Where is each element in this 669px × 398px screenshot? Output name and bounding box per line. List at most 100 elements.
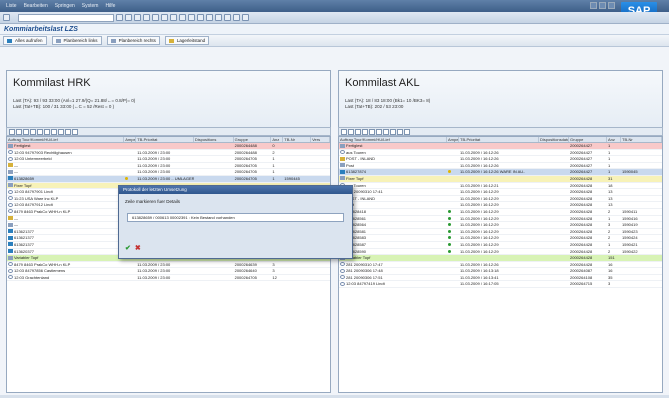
menu-item[interactable]: Hilfe <box>105 3 115 9</box>
help-icon[interactable] <box>233 14 240 21</box>
table-row[interactable]: 613828418 11.03.2009 / 16:12:29 2000264428… <box>339 209 662 216</box>
table-row[interactable]: aus Touren 11.03.2009 / 16:12:26 200026442… <box>339 150 662 157</box>
column-header[interactable]: Anz <box>607 137 621 142</box>
sum-icon[interactable] <box>369 128 375 135</box>
column-header[interactable]: Ampel <box>447 137 459 142</box>
new-session-icon[interactable] <box>215 14 222 21</box>
info-icon[interactable] <box>72 128 78 135</box>
table-cell: 11.03.2009 / 23:00 .. UMLAGERU <box>137 175 194 181</box>
column-header[interactable]: Auftrag Tour/Kommi/HU/Lief <box>339 137 447 142</box>
table-row[interactable]: 12:03 Untermeerbeld 11.03.2009 / 23:00 200… <box>7 156 330 163</box>
cancel-icon[interactable] <box>143 14 150 21</box>
column-header[interactable]: Gruppe <box>234 137 272 142</box>
table-row[interactable]: 613828561 11.03.2009 / 16:12:29 2000264428… <box>339 216 662 223</box>
print-icon[interactable] <box>152 14 159 21</box>
table-row[interactable]: — 11.03.2009 / 23:00 2000264705 1 <box>7 163 330 170</box>
table-row[interactable]: 613827874 11.03.2009 / 16:12:26 WARE IN A… <box>339 169 662 176</box>
table-row[interactable]: 12:03 94797903 Rechtlighausen 11.03.2009 … <box>7 150 330 157</box>
menu-item[interactable]: Springen <box>55 3 75 9</box>
print-icon[interactable] <box>376 128 382 135</box>
confirm-button[interactable]: ✔ <box>125 244 131 252</box>
prev-page-icon[interactable] <box>188 14 195 21</box>
info-icon[interactable] <box>404 128 410 135</box>
table-row[interactable]: Post 11.03.2009 / 16:12:29 2000264428 13 <box>339 202 662 209</box>
table-row[interactable]: 613828587 11.03.2009 / 16:12:29 2000264428… <box>339 242 662 249</box>
menu-item[interactable]: System <box>82 3 99 9</box>
column-header[interactable]: TB-Prioritat <box>459 137 539 142</box>
layout-icon[interactable] <box>242 14 249 21</box>
table-row[interactable]: aus Touren 11.03.2009 / 16:12:21 200026442… <box>339 183 662 190</box>
details-icon[interactable] <box>9 128 15 135</box>
column-header[interactable]: Ampel <box>124 137 137 142</box>
filter-icon[interactable] <box>30 128 36 135</box>
table-row[interactable]: 12:03 Grachtenland 11.03.2009 / 23:00 2000… <box>7 275 330 282</box>
menu-item[interactable]: Liste <box>6 3 17 9</box>
plan-left-button[interactable]: Planbereich links <box>51 36 102 45</box>
table-row[interactable]: 12:03 84797419 Lindt 11.03.2009 / 16:17:0… <box>339 281 662 289</box>
export-icon[interactable] <box>383 128 389 135</box>
table-row[interactable]: 613828583 11.03.2009 / 16:12:29 2000264428… <box>339 235 662 242</box>
table-row[interactable]: Fixer Topf 2000264428 31 <box>339 175 662 183</box>
details-icon[interactable] <box>341 128 347 135</box>
sort-desc-icon[interactable] <box>23 128 29 135</box>
table-row[interactable]: Variabler Topf 2000264428 151 <box>339 255 662 262</box>
sort-asc-icon[interactable] <box>16 128 22 135</box>
first-page-icon[interactable] <box>179 14 186 21</box>
plan-right-button[interactable]: Planbereich rechts <box>106 36 160 45</box>
column-header[interactable]: Dispositions <box>194 137 234 142</box>
layout-icon[interactable] <box>58 128 64 135</box>
table-row[interactable]: 281 20090310 17:41 11.03.2009 / 16:12:29 2… <box>339 189 662 196</box>
exit-icon[interactable] <box>134 14 141 21</box>
sort-asc-icon[interactable] <box>348 128 354 135</box>
minimize-icon[interactable] <box>590 2 597 9</box>
refresh-icon[interactable] <box>65 128 71 135</box>
table-row[interactable]: 8479 8463 PrakCo WHH-n KLP 11.03.2009 / 2… <box>7 262 330 269</box>
sort-desc-icon[interactable] <box>355 128 361 135</box>
maximize-icon[interactable] <box>599 2 606 9</box>
column-header[interactable]: Auftrag Tour/Kommi/HU/Lief <box>7 137 125 142</box>
table-row[interactable]: 281 20090306 17:51 11.03.2009 / 16:13:41 2… <box>339 275 662 282</box>
back-icon[interactable] <box>125 14 132 21</box>
table-row[interactable]: 613828659 11.03.2009 / 23:00 .. UMLAGERU 2… <box>7 175 330 183</box>
menu-item[interactable]: Bearbeiten <box>24 3 48 9</box>
close-icon[interactable] <box>608 2 615 9</box>
save-icon[interactable] <box>116 14 123 21</box>
column-header[interactable]: Vers <box>311 137 330 142</box>
dialog-entry[interactable]: 613828659 / 000613 00002391 : Kein Besta… <box>127 213 344 222</box>
table-row[interactable]: 613828590 11.03.2009 / 16:12:29 2000264428… <box>339 249 662 256</box>
table-row[interactable]: 12:03 84797856 Castlemens 11.03.2009 / 23… <box>7 268 330 275</box>
filter-icon[interactable] <box>362 128 368 135</box>
table-row[interactable]: 281 20090306 17:48 11.03.2009 / 16:13:18 2… <box>339 268 662 275</box>
find-icon[interactable] <box>161 14 168 21</box>
table-row[interactable]: 613828581 11.03.2009 / 16:12:29 2000264428… <box>339 229 662 236</box>
table-row[interactable]: Post 11.03.2009 / 16:12:26 2000264427 1 <box>339 163 662 170</box>
column-header[interactable]: TB-Nr <box>283 137 312 142</box>
table-row[interactable]: Fertiglest 2000264488 0 <box>7 143 330 150</box>
layout-icon[interactable] <box>390 128 396 135</box>
column-header[interactable]: Gruppe <box>569 137 607 142</box>
refresh-icon[interactable] <box>397 128 403 135</box>
table-row[interactable]: POST - INLAND 11.03.2009 / 16:12:26 200026… <box>339 156 662 163</box>
table-row[interactable]: POST - INLAND 11.03.2009 / 16:12:29 200026… <box>339 196 662 203</box>
column-header[interactable]: Anz <box>271 137 284 142</box>
column-header[interactable]: TB-Prioritat <box>136 137 194 142</box>
last-page-icon[interactable] <box>206 14 213 21</box>
command-field[interactable] <box>18 13 114 22</box>
table-row[interactable]: 613828564 11.03.2009 / 16:12:29 2000264428… <box>339 222 662 229</box>
table-cell <box>539 169 569 175</box>
column-header[interactable]: Dispositionsdatum <box>539 137 569 142</box>
table-row[interactable]: 281 20090310 17:47 11.03.2009 / 16:12:26 2… <box>339 262 662 269</box>
cancel-button[interactable]: ✖ <box>135 244 141 252</box>
column-header[interactable]: TB-Nr <box>621 137 662 142</box>
warehouse-control-button[interactable]: Lagerleitstand <box>164 36 210 45</box>
enter-icon[interactable] <box>3 14 10 21</box>
print-icon[interactable] <box>44 128 50 135</box>
table-row[interactable]: — 11.03.2009 / 23:00 2000264705 1 <box>7 169 330 176</box>
table-row[interactable]: Fertiglest 2000264427 1 <box>339 143 662 150</box>
shortcut-icon[interactable] <box>224 14 231 21</box>
sum-icon[interactable] <box>37 128 43 135</box>
call-all-button[interactable]: Alles aufrufen <box>3 36 47 45</box>
next-page-icon[interactable] <box>197 14 204 21</box>
find-next-icon[interactable] <box>170 14 177 21</box>
export-icon[interactable] <box>51 128 57 135</box>
